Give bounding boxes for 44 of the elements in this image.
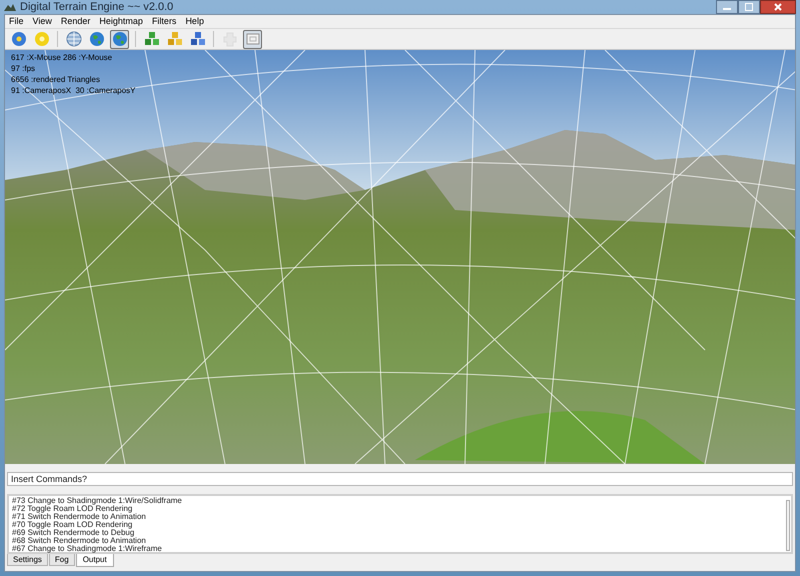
stats-text: 6656 :rendered Triangles (11, 74, 101, 85)
stats-text: 91 :CameraposX 30 :CameraposY (11, 85, 136, 96)
cubes-icon (144, 31, 160, 47)
toolbar-button[interactable] (87, 30, 106, 48)
log-line: #71 Switch Rendermode to Animation (12, 513, 147, 521)
menu-item[interactable]: File (9, 14, 24, 28)
close-icon (774, 3, 782, 11)
globe-icon (112, 31, 128, 47)
wireframe-globe-icon (66, 31, 82, 47)
command-input[interactable]: Insert Commands? (7, 472, 793, 486)
menu-item[interactable]: View (32, 14, 52, 28)
log-line: #70 Toggle Roam LOD Rendering (12, 521, 134, 529)
toolbar-button[interactable] (110, 30, 129, 48)
globe-icon (88, 31, 104, 47)
log-line: #72 Toggle Roam LOD Rendering (12, 505, 134, 513)
menu-item[interactable]: Filters (152, 14, 176, 28)
cubes-icon (166, 31, 182, 47)
tab[interactable]: Fog (48, 554, 75, 566)
disc-icon (10, 31, 26, 47)
scrollbar[interactable] (786, 500, 790, 551)
toolbar-button[interactable] (243, 30, 262, 48)
app-icon (4, 2, 16, 12)
terrain-viewport[interactable]: 617 :X-Mouse 286 :Y-Mouse 97 :fps 6656 :rendered Triangles 91 :CameraposX 30 :CameraposY (5, 50, 795, 464)
menu-item[interactable]: Render (60, 14, 90, 28)
menu-item[interactable]: Heightmap (99, 14, 143, 28)
cubes-icon (190, 31, 206, 47)
log-line: #68 Switch Rendermode to Animation (12, 537, 147, 545)
minimize-button[interactable] (716, 0, 738, 14)
disc-icon (34, 31, 50, 47)
close-button[interactable] (760, 0, 796, 14)
tab[interactable]: Output (76, 554, 114, 567)
log-line: #67 Change to Shadingmode 1:Wireframe (12, 545, 163, 553)
menu-item[interactable]: Help (185, 14, 204, 28)
window-title: Digital Terrain Engine ~~ v2.0.0 (20, 0, 174, 15)
toolbar-button[interactable] (9, 30, 28, 48)
stats-text: 97 :fps (11, 63, 36, 74)
stats-text: 617 :X-Mouse 286 :Y-Mouse (11, 52, 114, 63)
frame-icon (244, 31, 260, 47)
log-line: #73 Change to Shadingmode 1:Wire/Solidframe (12, 497, 183, 505)
maximize-button[interactable] (738, 0, 760, 14)
toolbar-button[interactable] (64, 30, 83, 48)
maximize-icon (745, 3, 753, 11)
log-line: #69 Switch Rendermode to Debug (12, 529, 136, 537)
tab[interactable]: Settings (7, 554, 48, 566)
